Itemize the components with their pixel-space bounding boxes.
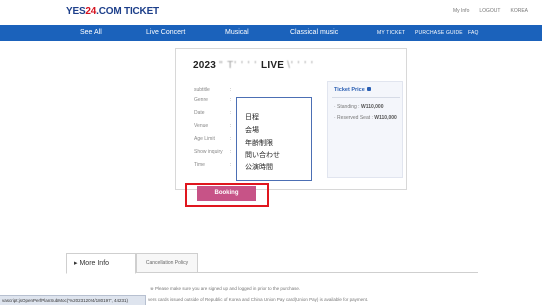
info-value-genre: : bbox=[230, 97, 232, 103]
price-info-icon[interactable] bbox=[366, 87, 371, 91]
nav-classical-music[interactable]: Classical music bbox=[290, 29, 338, 36]
my-info-link[interactable]: My Info bbox=[453, 8, 469, 14]
ticket-price-box: Ticket Price · Standing : W110,000 · Res… bbox=[327, 81, 403, 178]
tab-more-info-label: More Info bbox=[79, 260, 110, 267]
event-title-obscured: " T' ' ' ' bbox=[219, 60, 262, 71]
info-label-venue: Venue bbox=[194, 123, 209, 129]
top-links: My Info LOGOUT KOREA bbox=[453, 8, 528, 14]
event-title: 2023 " T' ' ' ' LIVE \' ' ' ' bbox=[193, 60, 314, 71]
browser-status-bar: vascript:jsOpenPerfPlanSubMoc('%2023120!… bbox=[0, 295, 146, 305]
popup-item-show-time: 公演時間 bbox=[245, 163, 273, 171]
logo-number: 24 bbox=[85, 6, 97, 17]
price-standing: · Standing : W110,000 bbox=[334, 104, 384, 110]
logo-prefix: YES bbox=[66, 6, 86, 17]
nav-see-all[interactable]: See All bbox=[80, 29, 102, 36]
info-label-genre: Genre bbox=[194, 97, 208, 103]
main-nav: See All Live Concert Musical Classical m… bbox=[0, 25, 542, 41]
top-bar: YES24.COM TICKET My Info LOGOUT KOREA bbox=[0, 0, 542, 25]
booking-button[interactable]: Booking bbox=[197, 186, 256, 201]
price-standing-value: W110,000 bbox=[360, 104, 384, 110]
info-label-show-inquiry: Show inquiry bbox=[194, 149, 223, 155]
tab-cancellation-policy[interactable]: Cancellation Policy bbox=[136, 253, 198, 273]
tab-more-info[interactable]: ▸ More Info bbox=[66, 253, 136, 274]
info-value-subtitle: : bbox=[230, 87, 232, 93]
price-divider bbox=[332, 97, 400, 98]
site-logo[interactable]: YES24.COM TICKET bbox=[66, 6, 159, 17]
info-label-subtitle: subtitle bbox=[194, 87, 210, 93]
event-title-year: 2023 bbox=[193, 60, 217, 71]
ticket-price-title: Ticket Price bbox=[334, 87, 371, 93]
price-reserved-value: W110,000 bbox=[374, 115, 397, 121]
nav-musical[interactable]: Musical bbox=[225, 29, 249, 36]
price-reserved-label: · Reserved Seat : bbox=[334, 115, 375, 121]
price-standing-label: · Standing : bbox=[334, 104, 361, 110]
popup-item-venue: 会場 bbox=[245, 126, 259, 134]
popup-item-age-limit: 年齢制限 bbox=[245, 139, 273, 147]
korea-link[interactable]: KOREA bbox=[510, 8, 528, 14]
info-tabs: ▸ More Info Cancellation Policy bbox=[66, 253, 478, 274]
translation-popup: 日程 会場 年齢制限 問い合わせ 公演時間 bbox=[236, 97, 312, 181]
price-reserved: · Reserved Seat : W110,000 bbox=[334, 115, 397, 121]
popup-item-schedule: 日程 bbox=[245, 113, 259, 121]
info-value-venue: : bbox=[230, 123, 232, 129]
info-value-age-limit: : bbox=[230, 136, 232, 142]
purchase-notice: ※ Please make sure you are signed up and… bbox=[150, 286, 301, 291]
event-title-live: LIVE bbox=[261, 60, 285, 71]
logo-suffix: .COM TICKET bbox=[96, 6, 159, 17]
event-title-tail: \' ' ' ' bbox=[287, 60, 314, 71]
info-value-time: : bbox=[230, 162, 232, 168]
ticket-price-label: Ticket Price bbox=[334, 87, 365, 93]
logout-link[interactable]: LOGOUT bbox=[479, 8, 500, 14]
popup-item-inquiry: 問い合わせ bbox=[245, 151, 280, 159]
info-label-date: Date bbox=[194, 110, 205, 116]
info-label-time: Time bbox=[194, 162, 205, 168]
nav-my-ticket[interactable]: MY TICKET bbox=[377, 30, 405, 36]
info-label-age-limit: Age Limit bbox=[194, 136, 215, 142]
info-value-date: : bbox=[230, 110, 232, 116]
payment-notice: vers cards issued outside of Republic of… bbox=[148, 297, 369, 302]
nav-faq[interactable]: FAQ bbox=[468, 30, 479, 36]
nav-live-concert[interactable]: Live Concert bbox=[146, 29, 185, 36]
nav-purchase-guide[interactable]: PURCHASE GUIDE bbox=[415, 30, 463, 36]
info-value-show-inquiry: : bbox=[230, 149, 232, 155]
tab-arrow-icon: ▸ bbox=[74, 260, 78, 267]
